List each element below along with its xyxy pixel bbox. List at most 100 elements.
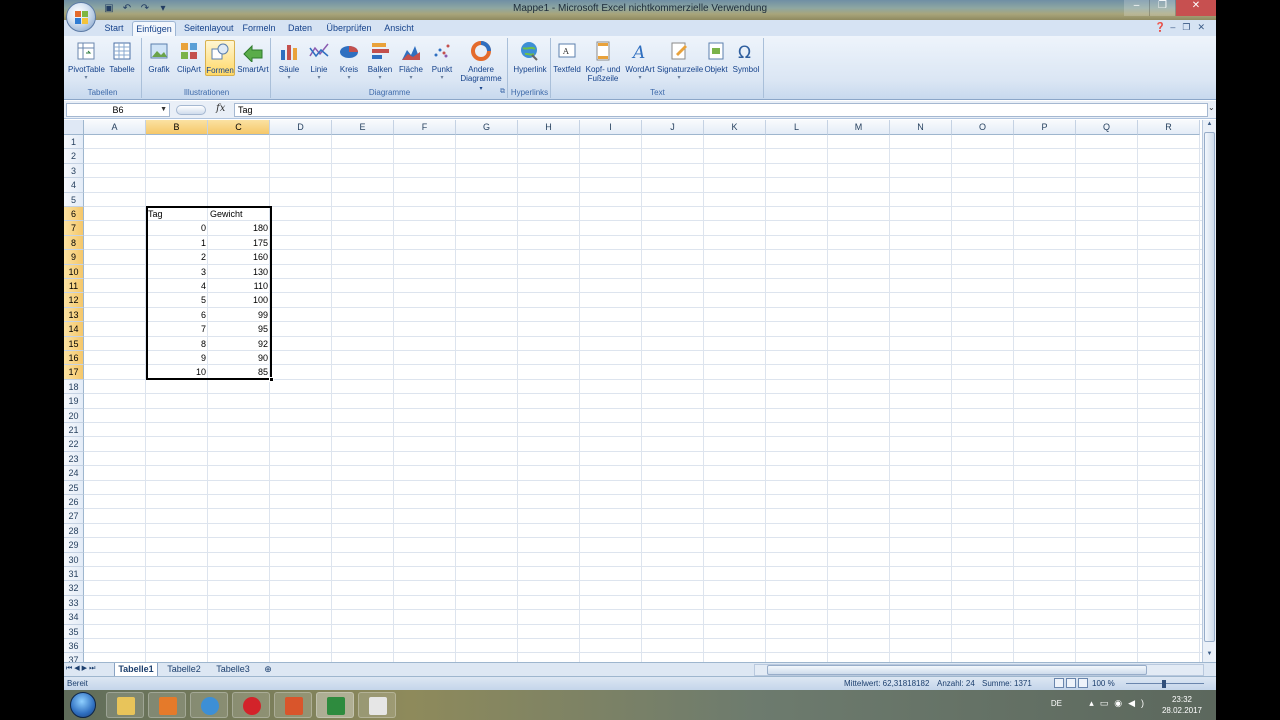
column-header-d[interactable]: D	[270, 120, 332, 135]
zoom-level[interactable]: 100 %	[1092, 679, 1115, 688]
office-button[interactable]	[66, 2, 96, 32]
formen-button[interactable]: Formen	[205, 40, 235, 76]
name-box[interactable]: B6 ▼	[66, 103, 170, 117]
insert-function-icon[interactable]: fx	[216, 103, 225, 114]
wordart-button[interactable]: A WordArt ▾	[624, 40, 656, 83]
row-header-26[interactable]: 26	[64, 495, 84, 510]
column-header-e[interactable]: E	[332, 120, 394, 135]
column-header-a[interactable]: A	[84, 120, 146, 135]
taskbar-app[interactable]	[358, 692, 396, 718]
kreis-chart-button[interactable]: Kreis ▾	[334, 40, 364, 83]
row-header-30[interactable]: 30	[64, 552, 84, 567]
dialog-launcher-icon[interactable]: ⧉	[500, 88, 505, 96]
chevron-down-icon[interactable]: ▼	[160, 104, 167, 116]
language-indicator[interactable]: DE	[1051, 699, 1062, 708]
column-header-k[interactable]: K	[704, 120, 766, 135]
tab-daten[interactable]: Daten	[286, 21, 314, 36]
row-header-19[interactable]: 19	[64, 394, 84, 409]
scroll-up-icon[interactable]: ▲	[1204, 121, 1215, 131]
sheet-tab-tabelle1[interactable]: Tabelle1	[114, 663, 158, 676]
row-header-4[interactable]: 4	[64, 178, 84, 193]
worksheet-grid[interactable]: ABCDEFGHIJKLMNOPQR 1 2 3 4 5 6 7 8 9 10 11 12 13 14 15…	[64, 120, 1216, 662]
sheet-tab-tabelle3[interactable]: Tabelle3	[212, 663, 254, 676]
column-header-n[interactable]: N	[890, 120, 952, 135]
grafik-button[interactable]: Grafik	[145, 40, 173, 74]
row-header-5[interactable]: 5	[64, 192, 84, 207]
horizontal-scroll-thumb[interactable]	[767, 665, 1147, 675]
insert-sheet-icon[interactable]: ⊕	[260, 663, 276, 676]
row-header-29[interactable]: 29	[64, 538, 84, 553]
hyperlink-button[interactable]: Hyperlink	[511, 40, 549, 74]
row-header-33[interactable]: 33	[64, 595, 84, 611]
row-header-1[interactable]: 1	[64, 135, 84, 150]
row-header-17[interactable]: 17	[64, 365, 84, 380]
horizontal-scrollbar[interactable]	[754, 664, 1204, 676]
row-header-22[interactable]: 22	[64, 437, 84, 452]
close-button[interactable]: ✕	[1176, 0, 1216, 16]
row-header-23[interactable]: 23	[64, 451, 84, 467]
column-header-r[interactable]: R	[1138, 120, 1200, 135]
tabelle-button[interactable]: Tabelle	[106, 40, 138, 74]
clock[interactable]: 23:32 28.02.2017	[1158, 694, 1206, 716]
row-header-16[interactable]: 16	[64, 351, 84, 366]
undo-icon[interactable]: ↶	[120, 3, 134, 17]
row-header-27[interactable]: 27	[64, 509, 84, 524]
sheet-tab-tabelle2[interactable]: Tabelle2	[164, 663, 204, 676]
row-header-32[interactable]: 32	[64, 581, 84, 596]
tab-ansicht[interactable]: Ansicht	[382, 21, 416, 36]
column-header-h[interactable]: H	[518, 120, 580, 135]
save-icon[interactable]: ▣	[102, 3, 116, 17]
column-header-p[interactable]: P	[1014, 120, 1076, 135]
row-header-31[interactable]: 31	[64, 567, 84, 582]
row-header-11[interactable]: 11	[64, 279, 84, 294]
row-header-18[interactable]: 18	[64, 379, 84, 395]
formula-cancel-enter[interactable]	[176, 105, 206, 115]
row-header-6[interactable]: 6	[64, 207, 84, 222]
column-header-b[interactable]: B	[146, 120, 208, 135]
row-header-36[interactable]: 36	[64, 639, 84, 654]
scroll-down-icon[interactable]: ▼	[1204, 651, 1215, 661]
textfeld-button[interactable]: A Textfeld	[552, 40, 582, 74]
column-header-j[interactable]: J	[642, 120, 704, 135]
flaeche-chart-button[interactable]: Fläche ▾	[396, 40, 426, 83]
customize-qat-icon[interactable]: ▾	[156, 3, 170, 17]
balken-chart-button[interactable]: Balken ▾	[365, 40, 395, 83]
tab-ueberpruefen[interactable]: Überprüfen	[326, 21, 372, 36]
column-header-o[interactable]: O	[952, 120, 1014, 135]
taskbar-office-tool[interactable]	[274, 692, 312, 718]
row-header-12[interactable]: 12	[64, 293, 84, 308]
normal-view-icon[interactable]	[1054, 678, 1064, 688]
signaturzeile-button[interactable]: Signaturzeile ▾	[657, 40, 703, 83]
column-header-l[interactable]: L	[766, 120, 828, 135]
row-header-9[interactable]: 9	[64, 250, 84, 265]
formula-input[interactable]: Tag	[234, 103, 1208, 117]
column-header-g[interactable]: G	[456, 120, 518, 135]
row-header-7[interactable]: 7	[64, 221, 84, 236]
row-header-35[interactable]: 35	[64, 624, 84, 639]
expand-formula-bar-icon[interactable]: ⌄	[1208, 103, 1216, 117]
maximize-button[interactable]: ❐	[1150, 0, 1176, 16]
page-break-view-icon[interactable]	[1078, 678, 1088, 688]
column-header-i[interactable]: I	[580, 120, 642, 135]
symbol-button[interactable]: Ω Symbol	[731, 40, 761, 74]
tray-icons[interactable]: ▴▭◉◀)	[1089, 698, 1150, 709]
row-header-21[interactable]: 21	[64, 423, 84, 438]
row-header-28[interactable]: 28	[64, 523, 84, 539]
sheet-nav-icons[interactable]: ⏮◀▶⏭	[66, 664, 97, 673]
tab-seitenlayout[interactable]: Seitenlayout	[184, 21, 234, 36]
punkt-chart-button[interactable]: Punkt ▾	[427, 40, 457, 83]
row-header-3[interactable]: 3	[64, 163, 84, 179]
pivottable-button[interactable]: PivotTable ▾	[68, 40, 105, 83]
clipart-button[interactable]: ClipArt	[174, 40, 204, 74]
column-header-c[interactable]: C	[208, 120, 270, 135]
fill-handle[interactable]	[269, 377, 274, 382]
row-header-34[interactable]: 34	[64, 610, 84, 625]
vertical-scrollbar[interactable]: ▲ ▼	[1202, 120, 1216, 662]
smartart-button[interactable]: SmartArt	[236, 40, 270, 74]
redo-icon[interactable]: ↷	[138, 3, 152, 17]
andere-diagramme-button[interactable]: Andere Diagramme ▾	[458, 40, 504, 94]
kopf-und-fusszeile-button[interactable]: Kopf- und Fußzeile	[583, 40, 623, 83]
taskbar-explorer[interactable]	[106, 692, 144, 718]
row-header-20[interactable]: 20	[64, 408, 84, 423]
row-header-8[interactable]: 8	[64, 235, 84, 251]
